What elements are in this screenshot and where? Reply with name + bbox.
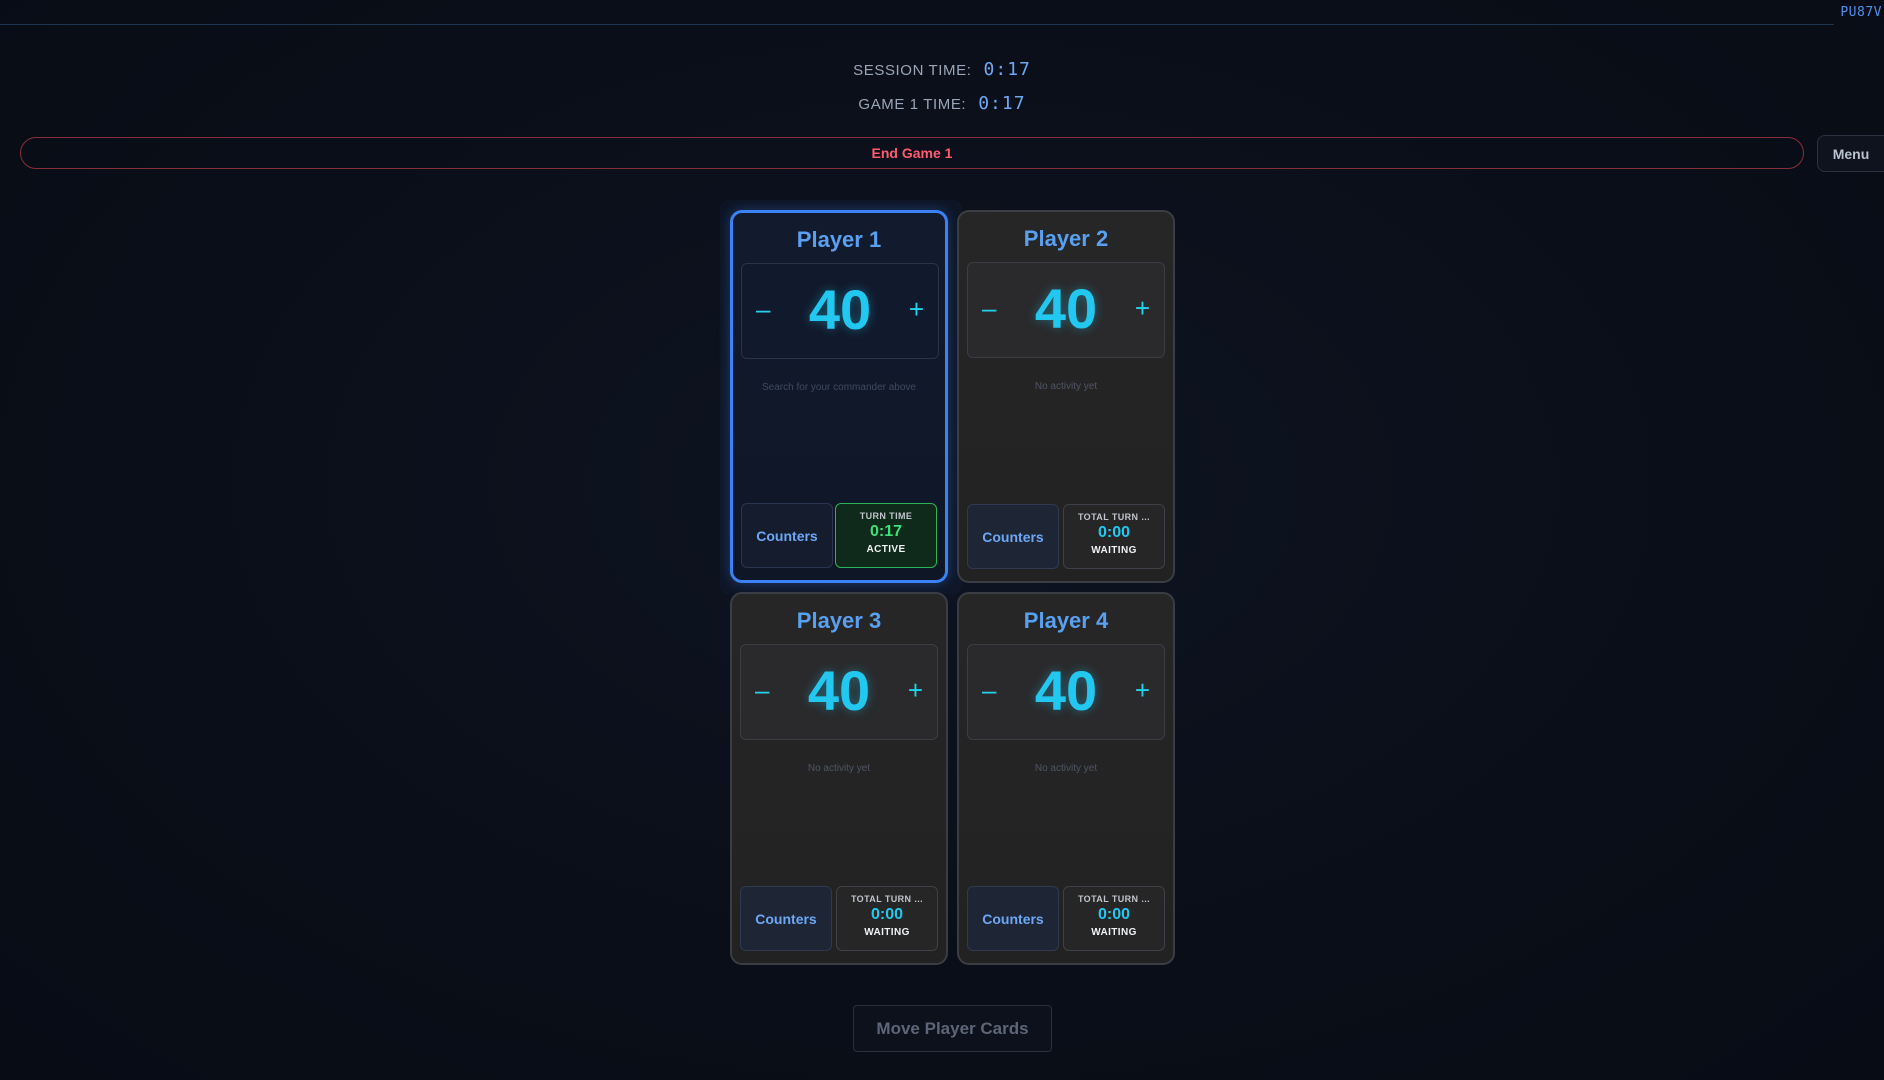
session-timer: SESSION TIME: 0:17 <box>0 59 1884 80</box>
activity-text: No activity yet <box>807 763 871 774</box>
activity-text: No activity yet <box>1034 381 1098 392</box>
increase-life-button[interactable]: + <box>1135 295 1150 321</box>
turn-timer-value: 0:00 <box>870 906 904 923</box>
turn-timer[interactable]: TOTAL TURN ... 0:00 WAITING <box>1063 886 1165 951</box>
player-card-1[interactable]: Player 1 – 40 + Search for your commande… <box>730 210 948 583</box>
session-time-value: 0:17 <box>983 59 1031 80</box>
turn-timer[interactable]: TOTAL TURN ... 0:00 WAITING <box>836 886 938 951</box>
player-name: Player 2 <box>1023 226 1109 251</box>
turn-timer-label: TOTAL TURN ... <box>1077 894 1151 904</box>
life-counter: – 40 + <box>967 644 1165 740</box>
activity-text: Search for your commander above <box>762 382 916 393</box>
player-name: Player 4 <box>1023 608 1109 633</box>
game-timer: GAME 1 TIME: 0:17 <box>0 93 1884 114</box>
session-time-label: SESSION TIME: <box>853 62 972 79</box>
turn-timer-value: 0:17 <box>869 523 903 540</box>
counters-button[interactable]: Counters <box>741 503 833 568</box>
end-game-button[interactable]: End Game 1 <box>20 137 1804 169</box>
turn-timer-label: TOTAL TURN ... <box>1077 512 1151 522</box>
move-player-cards-button[interactable]: Move Player Cards <box>853 1005 1052 1052</box>
turn-timer-status: WAITING <box>1091 927 1137 938</box>
increase-life-button[interactable]: + <box>908 677 923 703</box>
player-card-2[interactable]: Player 2 – 40 + No activity yet Counters… <box>957 210 1175 583</box>
menu-button[interactable]: Menu <box>1817 135 1884 172</box>
turn-timer-status: ACTIVE <box>866 544 906 555</box>
player-name: Player 3 <box>796 608 882 633</box>
game-time-label: GAME 1 TIME: <box>858 96 967 113</box>
turn-timer-status: WAITING <box>1091 545 1137 556</box>
turn-timer-label: TOTAL TURN ... <box>850 894 924 904</box>
increase-life-button[interactable]: + <box>1135 677 1150 703</box>
counters-button[interactable]: Counters <box>740 886 832 951</box>
turn-timer-label: TURN TIME <box>859 511 913 521</box>
counters-button[interactable]: Counters <box>967 504 1059 569</box>
turn-timer-value: 0:00 <box>1097 906 1131 923</box>
player-name: Player 1 <box>796 227 882 252</box>
life-counter: – 40 + <box>741 263 939 359</box>
player-card-4[interactable]: Player 4 – 40 + No activity yet Counters… <box>957 592 1175 965</box>
turn-timer-value: 0:00 <box>1097 524 1131 541</box>
life-counter: – 40 + <box>967 262 1165 358</box>
room-code: PU87V <box>1840 5 1882 20</box>
life-counter: – 40 + <box>740 644 938 740</box>
player-card-3[interactable]: Player 3 – 40 + No activity yet Counters… <box>730 592 948 965</box>
increase-life-button[interactable]: + <box>909 296 924 322</box>
turn-timer[interactable]: TOTAL TURN ... 0:00 WAITING <box>1063 504 1165 569</box>
top-divider <box>0 0 1834 25</box>
turn-timer[interactable]: TURN TIME 0:17 ACTIVE <box>835 503 937 568</box>
activity-text: No activity yet <box>1034 763 1098 774</box>
turn-timer-status: WAITING <box>864 927 910 938</box>
counters-button[interactable]: Counters <box>967 886 1059 951</box>
game-time-value: 0:17 <box>978 93 1026 114</box>
